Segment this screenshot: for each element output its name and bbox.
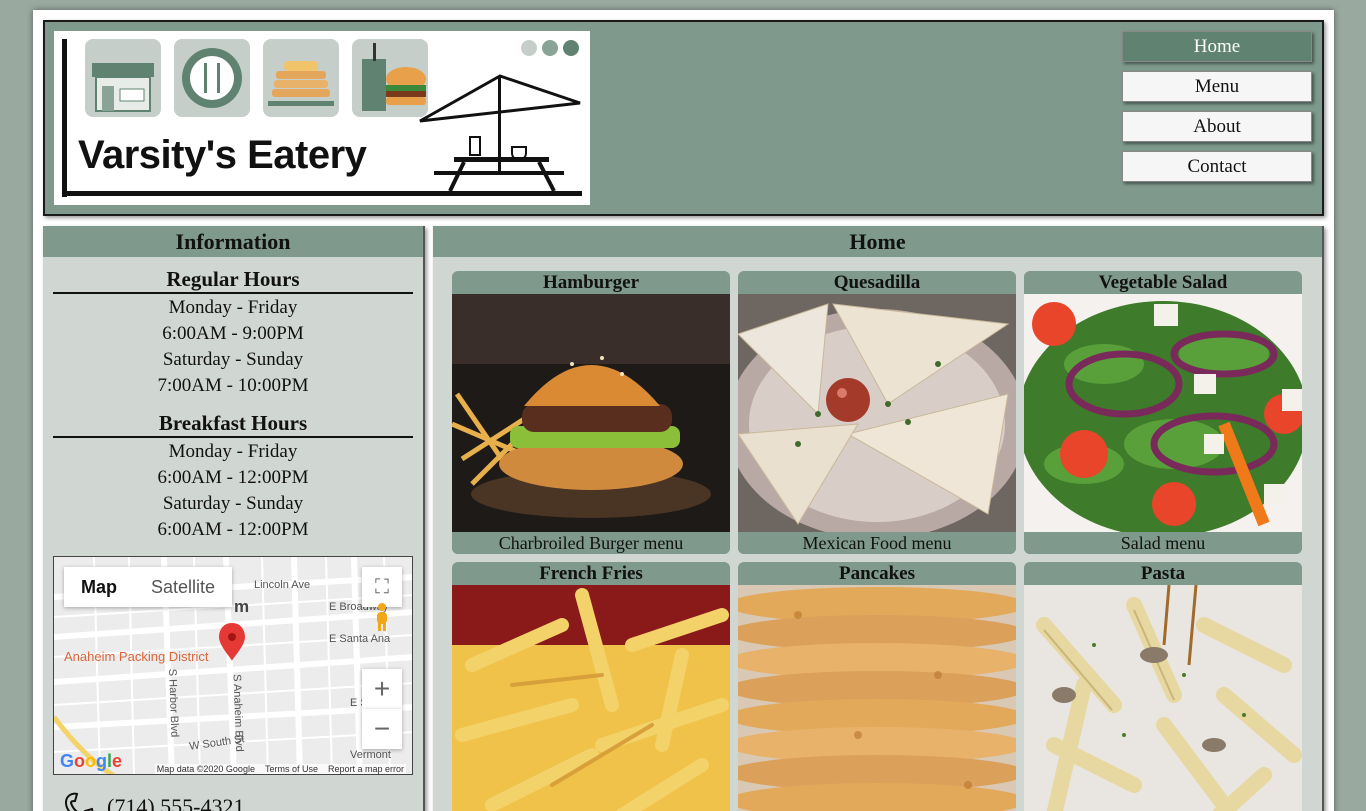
nav-about-button[interactable]: About — [1122, 111, 1312, 142]
map-tab-map[interactable]: Map — [64, 567, 134, 607]
main-content: Home Hamburger Charbroiled Burger menu Q… — [433, 226, 1324, 811]
breakfast-hours-line: 6:00AM - 12:00PM — [157, 467, 309, 488]
site-logo[interactable]: Varsity's Eatery — [54, 31, 590, 205]
breakfast-hours-line: 6:00AM - 12:00PM — [157, 519, 309, 540]
location-map[interactable]: Map Satellite m Lincoln Ave E Broadway E… — [53, 556, 413, 775]
zoom-in-icon[interactable]: + — [362, 669, 402, 709]
map-label-fragment: m — [234, 597, 250, 616]
card-title: Hamburger — [542, 272, 640, 293]
salad-image — [1024, 294, 1302, 532]
map-type-tabs: Map Satellite — [64, 567, 233, 607]
card-title: Quesadilla — [833, 272, 921, 293]
french-fries-image — [452, 585, 730, 811]
pasta-image — [1024, 585, 1302, 811]
map-footer: Map data ©2020 Google Terms of Use Repor… — [154, 764, 406, 774]
quesadilla-image — [738, 294, 1016, 532]
map-terms-link[interactable]: Terms of Use — [265, 764, 318, 774]
card-title: Vegetable Salad — [1098, 272, 1228, 293]
zoom-out-icon[interactable]: − — [362, 709, 402, 749]
map-street-label: Vermont — [350, 749, 391, 761]
map-report-link[interactable]: Report a map error — [328, 764, 404, 774]
card-caption[interactable]: Salad menu — [1024, 532, 1302, 554]
main-title: Home — [433, 226, 1322, 257]
regular-hours-title: Regular Hours — [53, 266, 413, 294]
street-view-pegman-icon[interactable] — [362, 597, 402, 637]
hamburger-image — [452, 294, 730, 532]
menu-card-pasta[interactable]: Pasta — [1024, 562, 1302, 811]
card-title: French Fries — [539, 563, 643, 584]
breakfast-hours-title: Breakfast Hours — [53, 410, 413, 438]
regular-hours-line: Monday - Friday — [168, 297, 298, 318]
nav-menu-button[interactable]: Menu — [1122, 71, 1312, 102]
page-frame: Varsity's Eatery Home Menu About Contact… — [33, 10, 1334, 811]
phone-icon — [64, 792, 94, 811]
nav-contact-button[interactable]: Contact — [1122, 151, 1312, 182]
map-data-credit: Map data ©2020 Google — [156, 764, 255, 774]
map-street-label: S Harbor Blvd — [166, 668, 181, 738]
pancakes-image — [738, 585, 1016, 811]
sidebar-title: Information — [43, 226, 423, 257]
site-header: Varsity's Eatery Home Menu About Contact — [43, 20, 1324, 216]
google-logo: Google — [60, 751, 123, 771]
card-caption[interactable]: Mexican Food menu — [738, 532, 1016, 554]
menu-card-pancakes[interactable]: Pancakes — [738, 562, 1016, 811]
phone-number[interactable]: (714) 555-4321 — [107, 794, 244, 811]
breakfast-hours-line: Monday - Friday — [168, 441, 298, 462]
regular-hours-line: 6:00AM - 9:00PM — [162, 323, 304, 344]
regular-hours-line: 7:00AM - 10:00PM — [157, 375, 309, 396]
regular-hours-line: Saturday - Sunday — [162, 349, 304, 370]
map-tab-satellite[interactable]: Satellite — [134, 567, 232, 607]
card-title: Pancakes — [839, 563, 915, 584]
main-nav: Home Menu About Contact — [1122, 31, 1312, 191]
menu-card-quesadilla[interactable]: Quesadilla Mexican Food menu — [738, 271, 1016, 554]
breakfast-hours-line: Saturday - Sunday — [162, 493, 304, 514]
menu-card-vegetable-salad[interactable]: Vegetable Salad Salad menu — [1024, 271, 1302, 554]
card-caption[interactable]: Charbroiled Burger menu — [452, 532, 730, 554]
map-place-label: Anaheim Packing District — [64, 649, 209, 664]
menu-card-hamburger[interactable]: Hamburger Charbroiled Burger menu — [452, 271, 730, 554]
nav-home-button[interactable]: Home — [1122, 31, 1312, 62]
menu-card-french-fries[interactable]: French Fries — [452, 562, 730, 811]
phone-contact: (714) 555-4321 — [63, 792, 244, 811]
card-title: Pasta — [1140, 563, 1186, 584]
logo-title: Varsity's Eatery — [78, 133, 367, 177]
info-sidebar: Information Regular Hours Monday - Frida… — [43, 226, 425, 811]
logo-artwork — [62, 39, 582, 197]
map-street-label: Lincoln Ave — [254, 579, 311, 591]
